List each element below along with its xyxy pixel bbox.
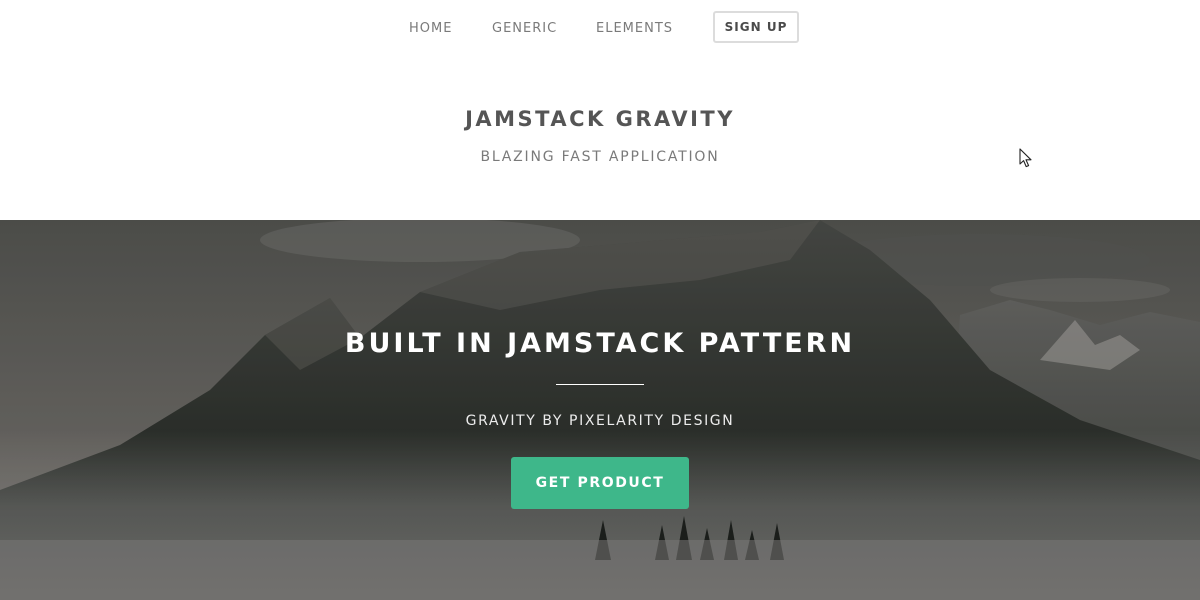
hero-content: BUILT IN JAMSTACK PATTERN GRAVITY BY PIX… (0, 324, 1200, 509)
mouse-pointer-icon (1019, 148, 1032, 168)
hero-subtitle: GRAVITY BY PIXELARITY DESIGN (465, 413, 735, 429)
sign-up-button[interactable]: SIGN UP (713, 11, 799, 43)
nav-link-generic[interactable]: GENERIC (492, 21, 557, 36)
get-product-button[interactable]: GET PRODUCT (511, 457, 689, 509)
top-navigation: HOME GENERIC ELEMENTS SIGN UP (0, 0, 1200, 56)
hero-divider (556, 384, 644, 385)
hero-banner: BUILT IN JAMSTACK PATTERN GRAVITY BY PIX… (0, 220, 1200, 600)
hero-title: BUILT IN JAMSTACK PATTERN (344, 328, 856, 359)
nav-link-home[interactable]: HOME (409, 21, 452, 36)
site-title: JAMSTACK GRAVITY (465, 107, 735, 131)
nav-link-elements[interactable]: ELEMENTS (596, 21, 673, 36)
